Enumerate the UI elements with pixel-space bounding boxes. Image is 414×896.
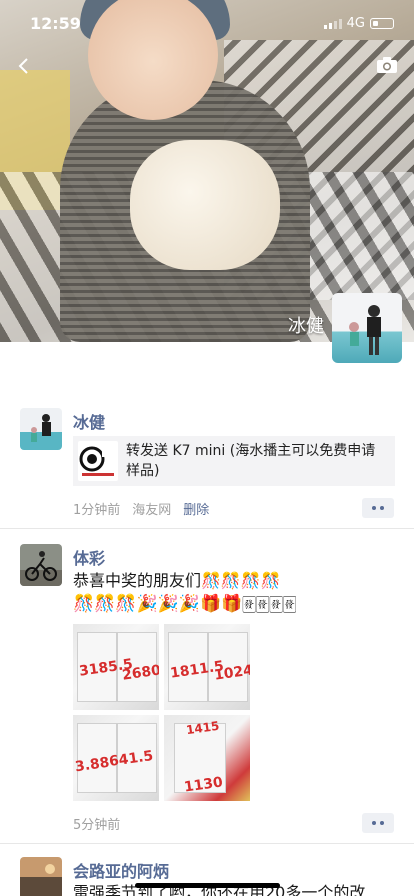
product-image <box>79 446 116 476</box>
link-thumbnail <box>78 441 118 481</box>
post-author[interactable]: 会路亚的阿炳 <box>73 858 169 882</box>
signal-icon <box>323 18 342 29</box>
post-photo-overlay: 2680.5 <box>118 624 159 710</box>
post-author[interactable]: 体彩 <box>73 545 105 569</box>
back-chevron-icon[interactable] <box>14 56 34 76</box>
post-source[interactable]: 海友网 <box>132 499 171 518</box>
owner-avatar-image <box>349 305 381 355</box>
post-author[interactable]: 冰健 <box>73 409 105 433</box>
cover-teddy-bear <box>130 140 280 270</box>
post-divider <box>0 843 414 844</box>
post-avatar[interactable] <box>20 408 62 450</box>
owner-name: 冰健 <box>288 316 324 337</box>
moments-screen: 12:59 4G 冰健 冰健 转发送 K7 mini (海水播主可以免费申请样品… <box>0 0 414 896</box>
post-photo[interactable]: 1415 1130 <box>164 715 250 801</box>
camera-icon[interactable] <box>376 56 398 74</box>
cover-photo[interactable]: 12:59 4G <box>0 0 414 342</box>
post-photo[interactable]: 1811.5 1024.5 <box>164 624 250 710</box>
shared-link-card[interactable]: 转发送 K7 mini (海水播主可以免费申请样品) <box>73 436 395 486</box>
link-title: 转发送 K7 mini (海水播主可以免费申请样品) <box>126 443 376 479</box>
delete-link[interactable]: 删除 <box>183 499 209 518</box>
post-avatar-image <box>20 857 62 896</box>
post-photo[interactable]: 3.88 641.5 <box>73 715 159 801</box>
post-avatar-image <box>20 544 62 586</box>
post-avatar[interactable] <box>20 544 62 586</box>
post-avatar[interactable] <box>20 857 62 896</box>
post-time: 1分钟前 <box>73 503 121 518</box>
status-right: 4G <box>323 16 394 31</box>
owner-avatar[interactable] <box>332 293 402 363</box>
post-time: 5分钟前 <box>73 818 121 833</box>
post-text: 恭喜中奖的朋友们🎊🎊🎊🎊 <box>73 571 281 590</box>
network-type: 4G <box>346 16 365 31</box>
more-actions-button[interactable] <box>362 813 394 833</box>
more-actions-button[interactable] <box>362 498 394 518</box>
status-bar: 12:59 4G <box>0 0 414 44</box>
status-time: 12:59 <box>30 14 81 33</box>
home-indicator[interactable] <box>135 883 280 888</box>
ticket-amount: 2680.5 <box>121 660 159 684</box>
post-divider <box>0 528 414 529</box>
post-emoji-line: 🎊🎊🎊🎉🎉🎉🎁🎁🀅🀅🀅🀅 <box>73 594 297 614</box>
post-avatar-image <box>20 408 62 450</box>
post-meta: 1分钟前 海友网 删除 <box>73 499 209 518</box>
battery-icon <box>370 18 394 29</box>
post-meta: 5分钟前 <box>73 814 120 833</box>
